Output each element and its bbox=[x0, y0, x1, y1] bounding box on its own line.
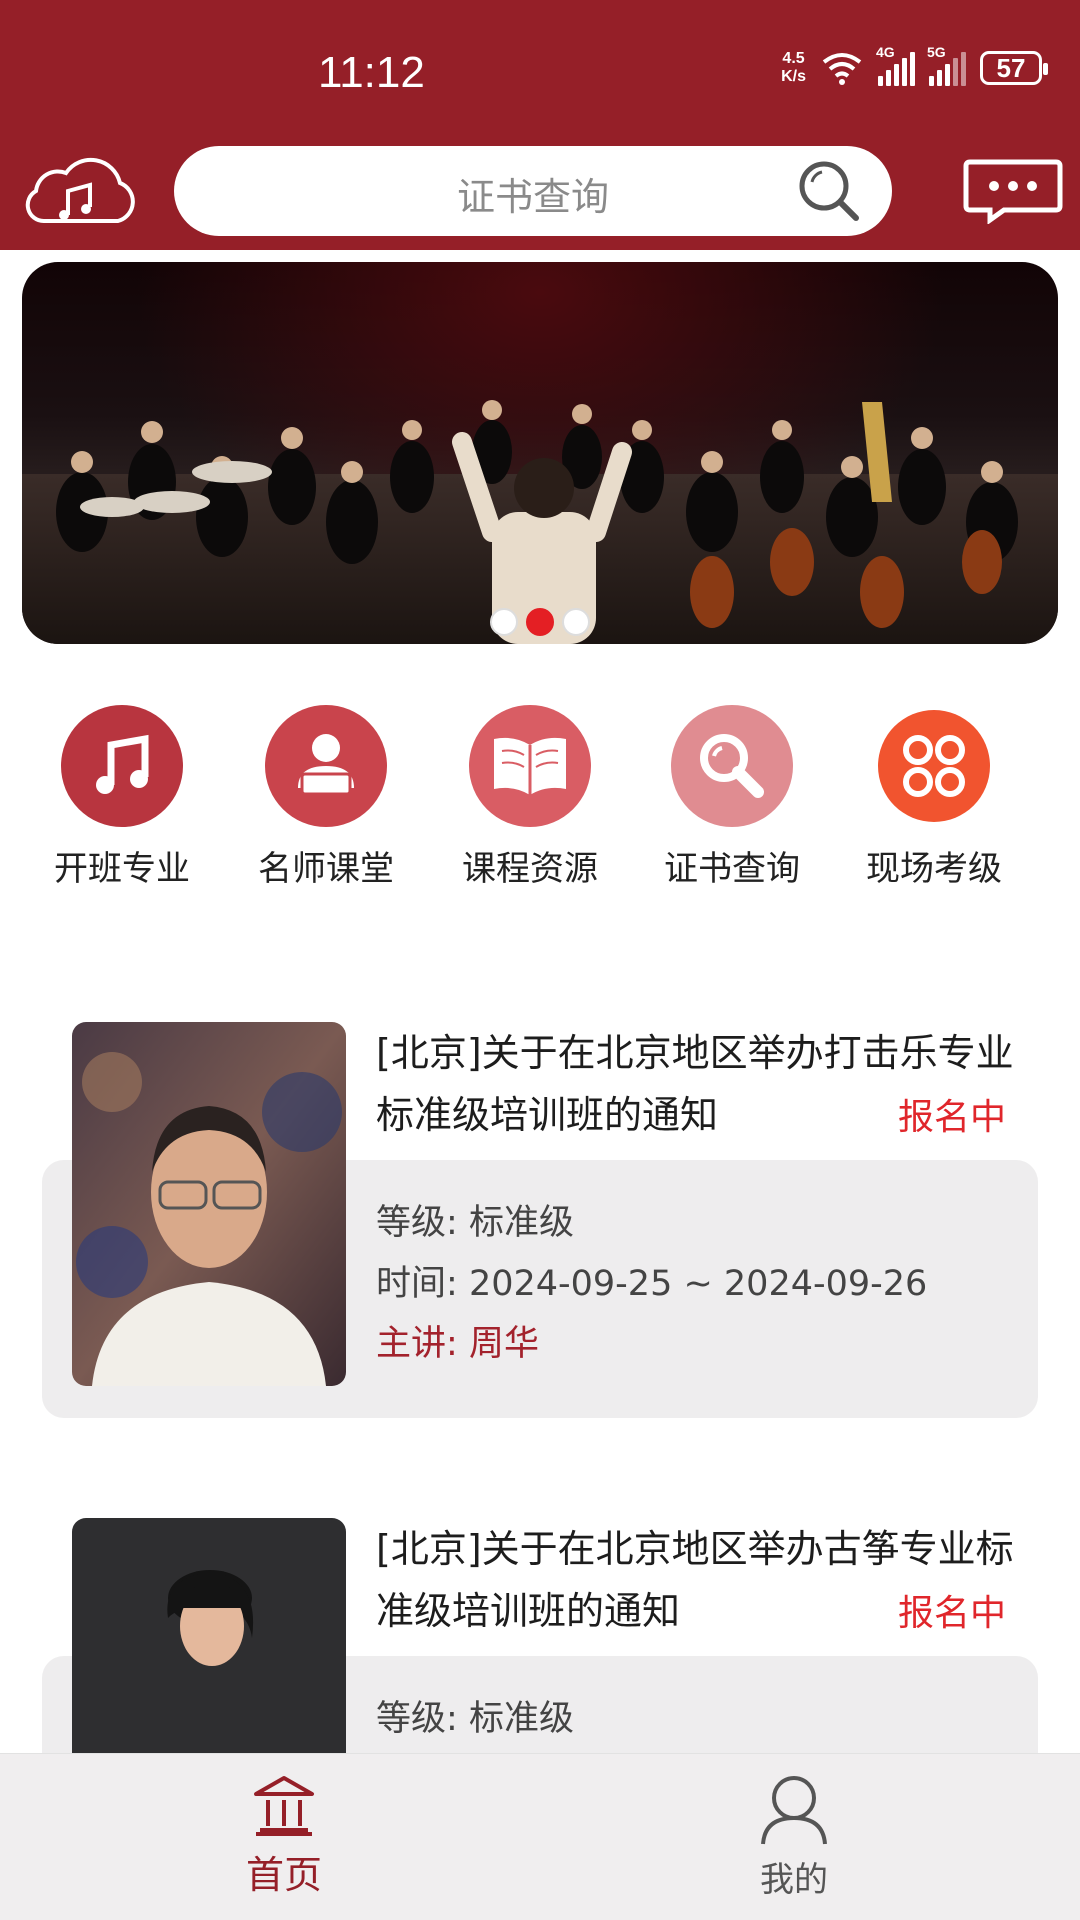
menu-item-certificate-query[interactable]: 证书查询 bbox=[632, 705, 832, 890]
menu-item-open-classes[interactable]: 开班专业 bbox=[22, 705, 222, 890]
network-speed: 4.5 K/s bbox=[781, 50, 806, 85]
banner-carousel[interactable] bbox=[22, 262, 1058, 644]
course-lecturer: 主讲: 周华 bbox=[376, 1324, 539, 1364]
teacher-reading-icon bbox=[265, 705, 387, 827]
nav-home[interactable]: 首页 bbox=[184, 1774, 384, 1899]
magnifier-icon bbox=[671, 705, 793, 827]
cloud-music-logo[interactable] bbox=[22, 155, 142, 229]
carousel-dot-active[interactable] bbox=[526, 608, 554, 636]
music-note-icon bbox=[61, 705, 183, 827]
course-level: 等级: 标准级 bbox=[376, 1203, 574, 1243]
course-card[interactable]: [北京]关于在北京地区举办打击乐专业标准级培训班的通知 报名中 等级: 标准级 … bbox=[0, 1022, 1080, 1422]
carousel-dots bbox=[22, 608, 1058, 636]
user-icon bbox=[761, 1776, 827, 1845]
open-book-icon bbox=[469, 705, 591, 827]
quick-menu: 开班专业 名师课堂 课程资源 证书查询 现场考级 bbox=[0, 705, 1080, 895]
carousel-dot[interactable] bbox=[562, 608, 590, 636]
app-header: 11:12 4.5 K/s 4G 5G 57 证书查询 bbox=[0, 0, 1080, 250]
battery-icon: 57 bbox=[980, 51, 1048, 85]
signal-4g-icon: 4G bbox=[876, 44, 915, 86]
course-level: 等级: 标准级 bbox=[376, 1699, 574, 1739]
home-building-icon bbox=[254, 1776, 314, 1836]
banner-orchestra-image bbox=[56, 400, 1018, 644]
lecturer-photo bbox=[72, 1022, 346, 1386]
menu-item-famous-teachers[interactable]: 名师课堂 bbox=[226, 705, 426, 890]
nav-profile[interactable]: 我的 bbox=[694, 1774, 894, 1901]
nav-profile-label: 我的 bbox=[760, 1860, 828, 1900]
enroll-status-badge: 报名中 bbox=[897, 1593, 1006, 1634]
menu-item-course-resources[interactable]: 课程资源 bbox=[430, 705, 630, 890]
four-circles-icon bbox=[878, 710, 990, 822]
course-time: 时间: 2024-09-25 ~ 2024-09-26 bbox=[376, 1264, 928, 1304]
search-input[interactable]: 证书查询 bbox=[174, 146, 892, 236]
bottom-nav: 首页 我的 bbox=[0, 1754, 1080, 1920]
menu-item-onsite-exam[interactable]: 现场考级 bbox=[834, 705, 1034, 890]
signal-5g-icon: 5G bbox=[927, 44, 966, 86]
status-time: 11:12 bbox=[318, 48, 425, 97]
enroll-status-badge: 报名中 bbox=[897, 1097, 1006, 1138]
nav-home-label: 首页 bbox=[245, 1853, 322, 1897]
carousel-dot[interactable] bbox=[490, 608, 518, 636]
search-icon[interactable] bbox=[796, 158, 862, 224]
wifi-icon bbox=[822, 53, 862, 85]
message-icon[interactable] bbox=[960, 158, 1066, 224]
search-placeholder: 证书查询 bbox=[456, 175, 609, 219]
status-icons: 4.5 K/s 4G 5G 57 bbox=[781, 44, 1048, 86]
